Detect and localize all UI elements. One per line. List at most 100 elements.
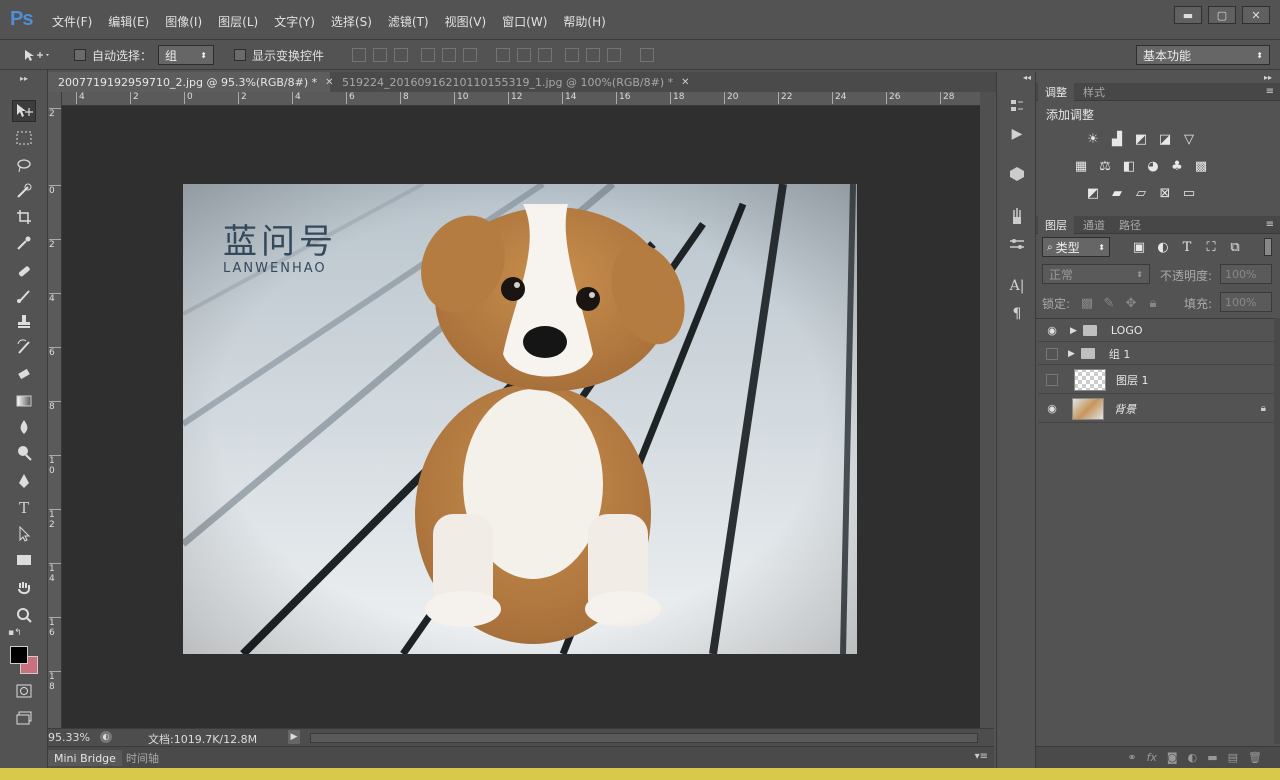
actions-panel-icon[interactable]: ▶ bbox=[1007, 124, 1027, 144]
hand-tool-icon[interactable] bbox=[12, 577, 36, 599]
close-button[interactable]: ✕ bbox=[1242, 6, 1270, 24]
share-icon[interactable]: ◐ bbox=[100, 731, 112, 743]
close-icon[interactable]: ✕ bbox=[681, 77, 689, 88]
layer-style-icon[interactable]: fx bbox=[1147, 751, 1157, 764]
restore-button[interactable]: ▢ bbox=[1208, 6, 1236, 24]
3d-panel-icon[interactable] bbox=[1007, 164, 1027, 184]
expand-triangle-icon[interactable]: ▶ bbox=[1068, 349, 1075, 359]
zoom-level[interactable]: 95.33% bbox=[48, 731, 90, 744]
default-colors-icon[interactable]: ▪↰ bbox=[8, 628, 22, 638]
channel-mixer-icon[interactable]: ♣ bbox=[1168, 158, 1186, 174]
curves-icon[interactable]: ◩ bbox=[1132, 131, 1150, 147]
auto-select-dropdown[interactable]: 组 ⬍ bbox=[158, 45, 214, 65]
crop-tool-icon[interactable] bbox=[12, 206, 36, 228]
layer-row-logo[interactable]: ◉ ▶ LOGO bbox=[1038, 320, 1276, 342]
visibility-eye-icon[interactable]: ◉ bbox=[1044, 323, 1060, 339]
threshold-icon[interactable]: ▱ bbox=[1132, 185, 1150, 201]
history-panel-icon[interactable] bbox=[1007, 96, 1027, 116]
layer-name[interactable]: 组 1 bbox=[1109, 346, 1131, 362]
collapse-arrows-icon[interactable]: ▸▸ bbox=[1264, 73, 1272, 82]
new-group-icon[interactable]: ▬ bbox=[1207, 751, 1217, 764]
canvas-area[interactable]: 蓝问号 LANWENHAO bbox=[62, 106, 980, 728]
timeline-tab[interactable]: 时间轴 bbox=[120, 750, 165, 766]
layer-name[interactable]: LOGO bbox=[1111, 324, 1143, 337]
exposure-icon[interactable]: ◪ bbox=[1156, 131, 1174, 147]
panel-menu-icon[interactable]: ▾≡ bbox=[975, 751, 988, 762]
align-top-icon[interactable] bbox=[352, 48, 366, 62]
workspace-dropdown[interactable]: 基本功能 ⬍ bbox=[1136, 45, 1270, 65]
eyedropper-tool-icon[interactable] bbox=[12, 232, 36, 254]
healing-brush-tool-icon[interactable] bbox=[12, 260, 36, 282]
posterize-icon[interactable]: ▰ bbox=[1108, 185, 1126, 201]
lock-position-icon[interactable]: ✥ bbox=[1122, 295, 1140, 311]
distribute-right-icon[interactable] bbox=[607, 48, 621, 62]
lasso-tool-icon[interactable] bbox=[12, 154, 36, 176]
color-lookup-icon[interactable]: ▩ bbox=[1192, 158, 1210, 174]
menu-select[interactable]: 选择(S) bbox=[323, 13, 380, 30]
collapse-arrows-icon[interactable]: ◂◂ bbox=[1023, 73, 1031, 82]
path-select-tool-icon[interactable] bbox=[12, 523, 36, 545]
vibrance-icon[interactable]: ▽ bbox=[1180, 131, 1198, 147]
tab-styles[interactable]: 样式 bbox=[1076, 83, 1112, 101]
minimize-button[interactable]: ▬ bbox=[1174, 6, 1202, 24]
align-hcenter-icon[interactable] bbox=[442, 48, 456, 62]
align-vcenter-icon[interactable] bbox=[373, 48, 387, 62]
layer-row-layer1[interactable]: 图层 1 bbox=[1038, 366, 1276, 394]
brightness-icon[interactable]: ☀ bbox=[1084, 131, 1102, 147]
panel-menu-icon[interactable]: ≡ bbox=[1266, 219, 1274, 230]
eraser-tool-icon[interactable] bbox=[12, 363, 36, 385]
vertical-scrollbar[interactable] bbox=[980, 92, 994, 728]
black-white-icon[interactable]: ◧ bbox=[1120, 158, 1138, 174]
menu-edit[interactable]: 编辑(E) bbox=[100, 13, 157, 30]
align-bottom-icon[interactable] bbox=[394, 48, 408, 62]
delete-layer-icon[interactable]: 🗑︎ bbox=[1248, 751, 1262, 764]
history-brush-tool-icon[interactable] bbox=[12, 336, 36, 358]
menu-type[interactable]: 文字(Y) bbox=[266, 13, 323, 30]
menu-image[interactable]: 图像(I) bbox=[157, 13, 210, 30]
filter-type-icon[interactable]: T bbox=[1178, 239, 1196, 255]
type-tool-icon[interactable]: T bbox=[12, 497, 36, 519]
filter-toggle[interactable] bbox=[1264, 238, 1272, 256]
doc-tab-1[interactable]: 2007719192959710_2.jpg @ 95.3%(RGB/8#) *… bbox=[48, 72, 334, 92]
move-tool-icon[interactable] bbox=[12, 100, 36, 122]
visibility-toggle[interactable] bbox=[1046, 373, 1058, 386]
adjustment-layer-icon[interactable]: ◐ bbox=[1188, 751, 1198, 764]
filter-smart-object-icon[interactable]: ⧉ bbox=[1226, 239, 1244, 255]
show-transform-option[interactable]: 显示变换控件 bbox=[234, 46, 324, 64]
tab-adjustments[interactable]: 调整 bbox=[1038, 83, 1074, 101]
distribute-left-icon[interactable] bbox=[565, 48, 579, 62]
marquee-tool-icon[interactable] bbox=[12, 127, 36, 149]
quick-mask-icon[interactable] bbox=[12, 680, 36, 702]
dodge-tool-icon[interactable] bbox=[12, 442, 36, 464]
auto-align-icon[interactable] bbox=[640, 48, 654, 62]
layer-name[interactable]: 背景 bbox=[1114, 401, 1136, 417]
auto-select-checkbox[interactable] bbox=[74, 49, 86, 61]
layer-mask-icon[interactable]: ◙ bbox=[1167, 751, 1178, 764]
horizontal-scrollbar[interactable] bbox=[310, 733, 978, 743]
move-tool-preset-icon[interactable] bbox=[22, 46, 52, 64]
distribute-bottom-icon[interactable] bbox=[538, 48, 552, 62]
foreground-color-swatch[interactable] bbox=[10, 646, 28, 664]
menu-layer[interactable]: 图层(L) bbox=[210, 13, 266, 30]
tab-channels[interactable]: 通道 bbox=[1076, 216, 1112, 234]
layer-row-group1[interactable]: ▶ 组 1 bbox=[1038, 343, 1276, 365]
show-transform-checkbox[interactable] bbox=[234, 49, 246, 61]
gradient-tool-icon[interactable] bbox=[12, 390, 36, 412]
lock-transparency-icon[interactable]: ▩ bbox=[1078, 295, 1096, 311]
layer-filter-dropdown[interactable]: ⌕ 类型 ⬍ bbox=[1042, 237, 1110, 257]
menu-view[interactable]: 视图(V) bbox=[437, 13, 495, 30]
horizontal-ruler[interactable]: 4 2 0 2 4 6 8 10 12 14 16 18 20 22 24 26… bbox=[62, 92, 980, 106]
levels-icon[interactable]: ▟ bbox=[1108, 131, 1126, 147]
align-right-icon[interactable] bbox=[463, 48, 477, 62]
layer-row-background[interactable]: ◉ 背景 🔒︎ bbox=[1038, 395, 1276, 423]
character-panel-icon[interactable]: A| bbox=[1007, 276, 1027, 296]
mini-bridge-tab[interactable]: Mini Bridge bbox=[48, 750, 122, 766]
menu-help[interactable]: 帮助(H) bbox=[555, 13, 613, 30]
status-arrow-icon[interactable]: ▶ bbox=[288, 730, 300, 744]
zoom-tool-icon[interactable] bbox=[12, 604, 36, 626]
document-image[interactable]: 蓝问号 LANWENHAO bbox=[183, 184, 857, 654]
auto-select-option[interactable]: 自动选择： bbox=[74, 46, 152, 64]
rectangle-tool-icon[interactable] bbox=[12, 549, 36, 571]
panel-menu-icon[interactable]: ≡ bbox=[1266, 86, 1274, 97]
toolbox-collapse-icon[interactable]: ▸▸ bbox=[12, 74, 36, 83]
